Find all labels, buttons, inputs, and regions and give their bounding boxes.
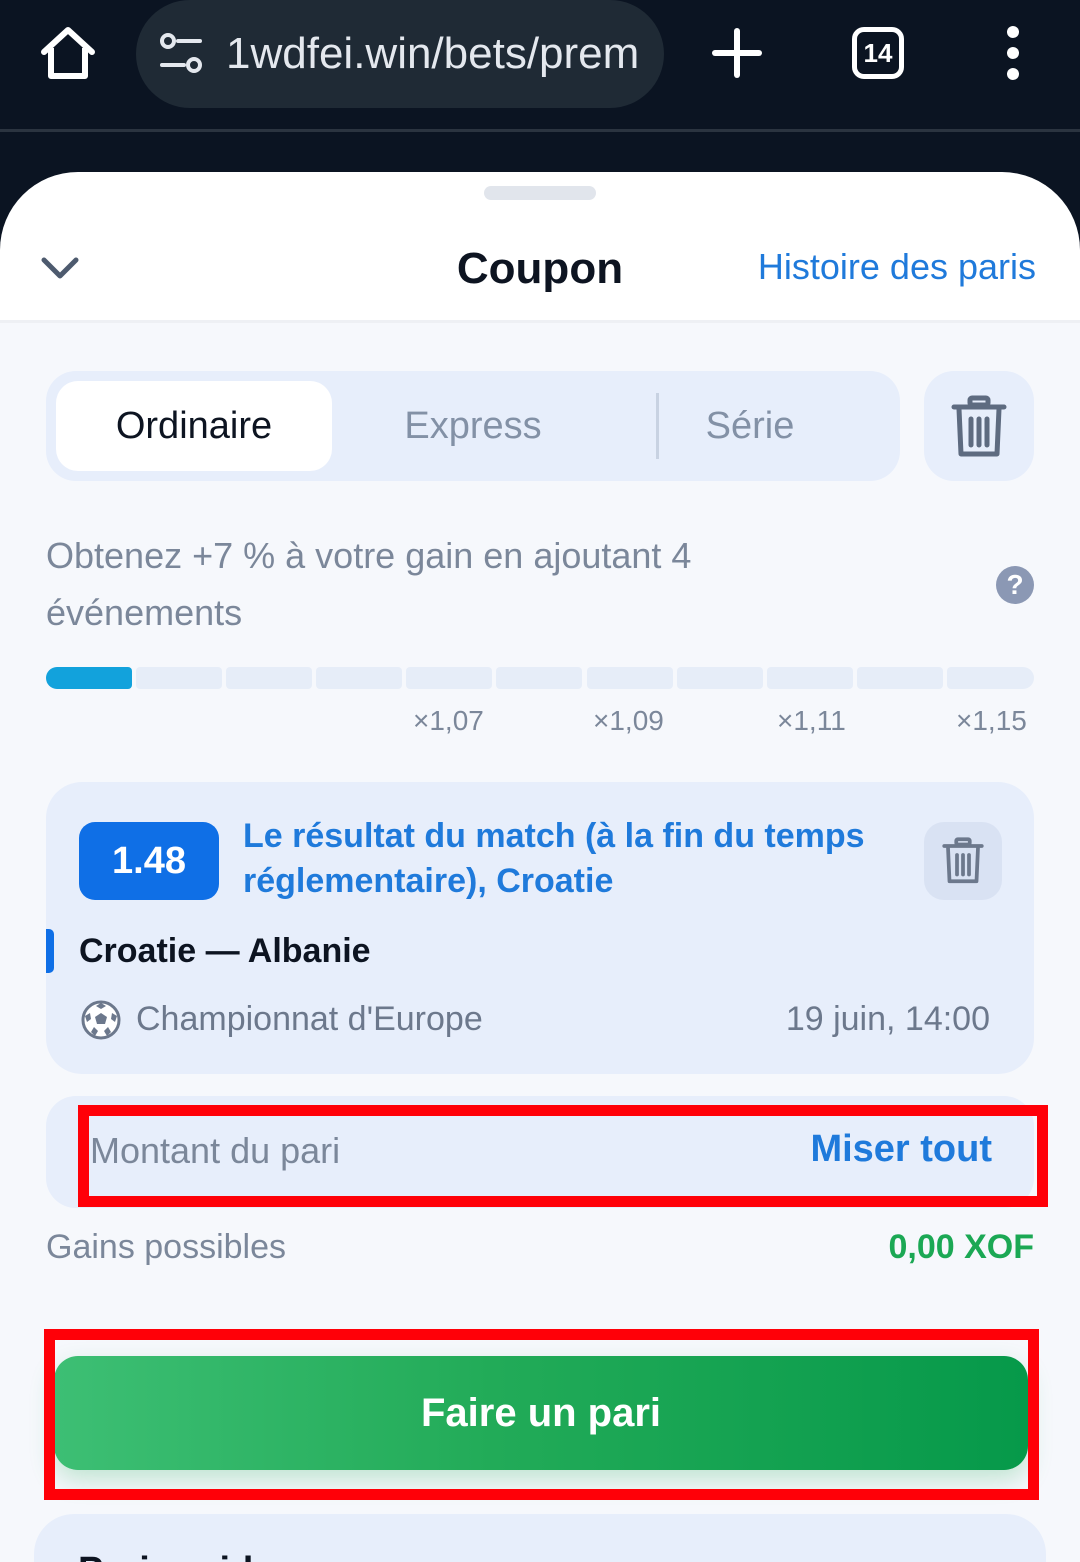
potential-gains-label: Gains possibles [46, 1228, 287, 1266]
more-menu-icon[interactable] [990, 24, 1036, 84]
match-title: Croatie — Albanie [79, 932, 371, 970]
bonus-progress-bar [46, 667, 1034, 689]
league-name: Championnat d'Europe [136, 1000, 483, 1038]
bet-card: 1.48 Le résultat du match (à la fin du t… [46, 782, 1034, 1074]
quick-bet-title: Pari rapide [78, 1548, 274, 1562]
bonus-promo-text: Obtenez +7 % à votre gain en ajoutant 4 … [46, 535, 692, 633]
progress-segment [767, 667, 853, 689]
progress-segment [406, 667, 492, 689]
bet-market: Le résultat du match (à la fin du temps … [243, 817, 865, 900]
chevron-down-icon[interactable] [36, 248, 84, 288]
highlight-box [44, 1329, 1039, 1500]
tab-serie[interactable]: Série [612, 381, 888, 471]
highlight-box [78, 1105, 1048, 1207]
trash-icon [951, 395, 1007, 457]
match-datetime: 19 juin, 14:00 [785, 1000, 990, 1038]
coupon-sheet: Coupon Histoire des paris Ordinaire Expr… [0, 172, 1080, 1562]
multiplier-label: ×1,15 [956, 705, 1027, 736]
multiplier-label: ×1,07 [413, 705, 484, 736]
coupon-body: Ordinaire Express Série Obtenez +7 % à v… [0, 323, 1080, 1562]
odds-badge: 1.48 [79, 822, 219, 900]
page-title: Coupon [456, 244, 624, 293]
remove-bet-button[interactable] [924, 822, 1002, 900]
home-icon[interactable] [36, 22, 100, 86]
progress-segment [226, 667, 312, 689]
tabs-icon[interactable]: 14 [852, 27, 904, 79]
potential-gains-value: 0,00 XOF [888, 1228, 1034, 1266]
football-icon [81, 1000, 121, 1040]
multiplier-label: ×1,09 [593, 705, 664, 736]
tab-ordinaire[interactable]: Ordinaire [56, 381, 332, 471]
progress-segment [496, 667, 582, 689]
address-bar[interactable]: 1wdfei.win/bets/prem [136, 0, 664, 108]
bet-type-tabs: Ordinaire Express Série [46, 371, 900, 481]
multiplier-label: ×1,11 [777, 705, 846, 736]
progress-segment [587, 667, 673, 689]
new-tab-icon[interactable] [712, 28, 762, 78]
drag-handle[interactable] [484, 186, 596, 200]
browser-toolbar: 1wdfei.win/bets/prem 14 [0, 0, 1080, 132]
card-accent-bar [46, 929, 54, 973]
help-icon[interactable]: ? [996, 566, 1034, 604]
url-text[interactable]: 1wdfei.win/bets/prem [226, 26, 646, 82]
tab-express[interactable]: Express [335, 381, 611, 471]
progress-segment [136, 667, 222, 689]
quick-bet-card: Pari rapide [34, 1514, 1046, 1562]
progress-segment [677, 667, 763, 689]
progress-segment [46, 667, 132, 689]
site-settings-icon[interactable] [158, 32, 204, 76]
bet-history-link[interactable]: Histoire des paris [758, 244, 1036, 290]
progress-segment [947, 667, 1034, 689]
progress-segment [857, 667, 943, 689]
clear-coupon-button[interactable] [924, 371, 1034, 481]
trash-icon [942, 837, 984, 884]
progress-segment [316, 667, 402, 689]
